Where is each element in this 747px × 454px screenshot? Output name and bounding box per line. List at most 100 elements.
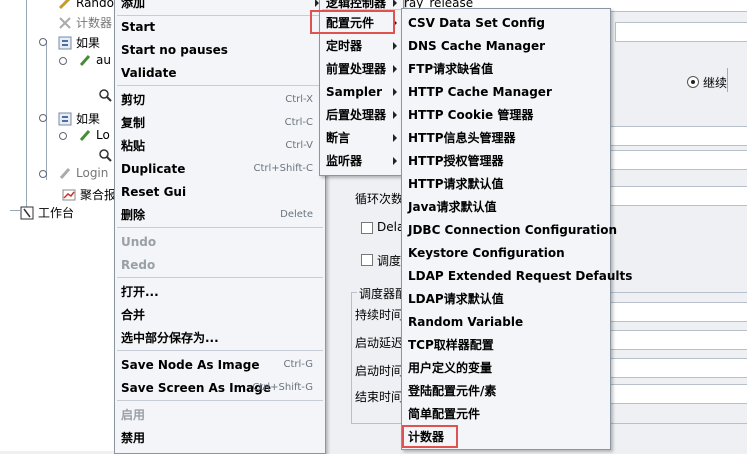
menu-item-sampler[interactable]: Sampler xyxy=(320,80,403,103)
shortcut-label: Ctrl-X xyxy=(285,94,313,105)
menu-item-start[interactable]: Start xyxy=(115,15,325,38)
menu-item-save-selection-as[interactable]: 选中部分保存为... xyxy=(115,326,325,349)
expand-toggle-icon[interactable] xyxy=(39,170,47,178)
menu-item-delete[interactable]: 删除 Delete xyxy=(115,203,325,226)
add-submenu: 逻辑控制器 配置元件 定时器 前置处理器 Sampler 后置处理器 断言 监听… xyxy=(310,0,404,176)
expand-toggle-icon[interactable] xyxy=(59,57,67,65)
continue-radio[interactable] xyxy=(687,76,699,88)
menu-item-jdbc-connection-config[interactable]: JDBC Connection Configuration xyxy=(402,218,617,241)
tree-node-label: Lo xyxy=(96,128,110,142)
start-time-label: 启动时间 xyxy=(355,364,404,378)
end-time-label: 结束时间 xyxy=(355,390,404,404)
menu-item-tcp-sampler-config[interactable]: TCP取样器配置 xyxy=(402,333,610,356)
menu-item-assertion[interactable]: 断言 xyxy=(320,126,403,149)
tree-node-listener-2[interactable] xyxy=(98,148,112,162)
expand-toggle-icon[interactable] xyxy=(39,114,47,122)
menu-item-post-processor[interactable]: 后置处理器 xyxy=(320,103,403,126)
continue-radio-label: 继续 xyxy=(703,76,728,90)
menu-item-ldap-extended-defaults[interactable]: LDAP Extended Request Defaults xyxy=(402,264,632,287)
menu-item-save-screen-as-image[interactable]: Save Screen As Image Ctrl+Shift-G xyxy=(115,376,325,399)
shortcut-label: Ctrl+Shift-G xyxy=(252,382,313,393)
submenu-arrow-icon xyxy=(393,0,397,7)
tree-node-counter[interactable]: 计数器 xyxy=(58,14,112,31)
menu-item-csv-data-set-config[interactable]: CSV Data Set Config xyxy=(402,11,610,34)
loop-count-field[interactable] xyxy=(609,186,747,206)
end-time-field[interactable] xyxy=(609,384,747,404)
tree-node-random[interactable]: Rando xyxy=(58,0,114,10)
tree-node-workbench[interactable]: 工作台 xyxy=(20,204,74,221)
workbench-icon xyxy=(20,206,34,220)
scheduler-checkbox-label: 调度 xyxy=(377,254,402,268)
tree-node-label: 如果 xyxy=(76,112,101,126)
menu-item-timer[interactable]: 定时器 xyxy=(320,34,403,57)
menu-item-http-request-defaults[interactable]: HTTP请求默认值 xyxy=(402,172,610,195)
menu-item-simple-config[interactable]: 简单配置元件 xyxy=(402,402,610,425)
menu-item-ftp-defaults[interactable]: FTP请求缺省值 xyxy=(402,57,610,80)
menu-item-merge[interactable]: 合并 xyxy=(115,303,325,326)
menu-item-listener[interactable]: 监听器 xyxy=(320,149,403,172)
menu-item-enable[interactable]: 启用 xyxy=(115,403,325,426)
expand-toggle-icon[interactable] xyxy=(59,132,67,140)
menu-item-http-cache-manager[interactable]: HTTP Cache Manager xyxy=(402,80,610,103)
menu-item-http-header-manager[interactable]: HTTP信息头管理器 xyxy=(402,126,610,149)
menu-item-open[interactable]: 打开... xyxy=(115,280,325,303)
duration-field[interactable] xyxy=(609,302,747,322)
menu-item-ldap-request-defaults[interactable]: LDAP请求默认值 xyxy=(402,287,610,310)
menu-item-reset-gui[interactable]: Reset Gui xyxy=(115,180,325,203)
startup-delay-field[interactable] xyxy=(609,330,747,350)
tree-node-if-1[interactable]: 如果 xyxy=(39,34,101,51)
menu-item-paste[interactable]: 粘贴 Ctrl-V xyxy=(115,134,325,157)
tree-node-label: 如果 xyxy=(76,36,101,50)
tree-node-lo[interactable]: Lo xyxy=(59,128,110,142)
separator xyxy=(117,277,323,278)
rampup-field[interactable] xyxy=(609,150,747,170)
tree-node-if-2[interactable]: 如果 xyxy=(39,110,101,127)
menu-item-cut[interactable]: 剪切 Ctrl-X xyxy=(115,88,325,111)
submenu-arrow-icon xyxy=(393,87,397,96)
tree-node-aggregate-report[interactable]: 聚合报 xyxy=(62,186,116,203)
menu-item-duplicate[interactable]: Duplicate Ctrl+Shift-C xyxy=(115,157,325,180)
startup-delay-label: 启动延迟 xyxy=(355,336,404,350)
submenu-arrow-icon xyxy=(393,133,397,142)
menu-item-keystore-config[interactable]: Keystore Configuration xyxy=(402,241,610,264)
delay-checkbox[interactable] xyxy=(361,222,373,234)
separator xyxy=(117,400,323,401)
scheduler-checkbox[interactable] xyxy=(361,254,373,266)
menu-item-copy[interactable]: 复制 Ctrl-C xyxy=(115,111,325,134)
highlight-box xyxy=(402,425,458,448)
tree-node-listener-1[interactable] xyxy=(98,88,112,102)
menu-item-user-defined-variables[interactable]: 用户定义的变量 xyxy=(402,356,610,379)
menu-item-undo[interactable]: Undo xyxy=(115,230,325,253)
start-time-field[interactable] xyxy=(609,358,747,378)
threads-field[interactable] xyxy=(609,126,747,146)
menu-item-redo[interactable]: Redo xyxy=(115,253,325,276)
menu-item-add[interactable]: 添加 xyxy=(115,0,325,14)
shortcut-label: Ctrl-V xyxy=(285,140,313,151)
loop-count-label: 循环次数 xyxy=(355,192,404,206)
menu-item-validate[interactable]: Validate xyxy=(115,61,325,84)
comment-field[interactable] xyxy=(615,22,747,42)
shortcut-label: Ctrl-G xyxy=(283,359,313,370)
menu-item-login-config[interactable]: 登陆配置元件/素 xyxy=(402,379,610,402)
random-controller-icon xyxy=(58,0,72,10)
tree-node-login[interactable]: Login xyxy=(39,166,108,180)
submenu-arrow-icon xyxy=(393,110,397,119)
separator xyxy=(117,227,323,228)
tree-node-label: 计数器 xyxy=(76,16,113,30)
tree-node-label: 聚合报 xyxy=(80,188,117,202)
menu-item-save-node-as-image[interactable]: Save Node As Image Ctrl-G xyxy=(115,353,325,376)
divider xyxy=(727,68,734,92)
sampler-pipette-icon xyxy=(78,53,92,67)
menu-item-random-variable[interactable]: Random Variable xyxy=(402,310,610,333)
menu-item-java-request-defaults[interactable]: Java请求默认值 xyxy=(402,195,610,218)
test-plan-tree: Rando 计数器 如果 au 如果 Lo Login 聚合报 工作台 xyxy=(0,0,116,451)
menu-item-pre-processor[interactable]: 前置处理器 xyxy=(320,57,403,80)
highlight-box xyxy=(310,10,395,34)
menu-item-dns-cache-manager[interactable]: DNS Cache Manager xyxy=(402,34,610,57)
tree-node-au[interactable]: au xyxy=(59,53,111,67)
expand-toggle-icon[interactable] xyxy=(39,38,47,46)
menu-item-start-no-pauses[interactable]: Start no pauses xyxy=(115,38,325,61)
menu-item-http-cookie-manager[interactable]: HTTP Cookie 管理器 xyxy=(402,103,610,126)
menu-item-http-auth-manager[interactable]: HTTP授权管理器 xyxy=(402,149,610,172)
menu-item-disable[interactable]: 禁用 xyxy=(115,426,325,449)
